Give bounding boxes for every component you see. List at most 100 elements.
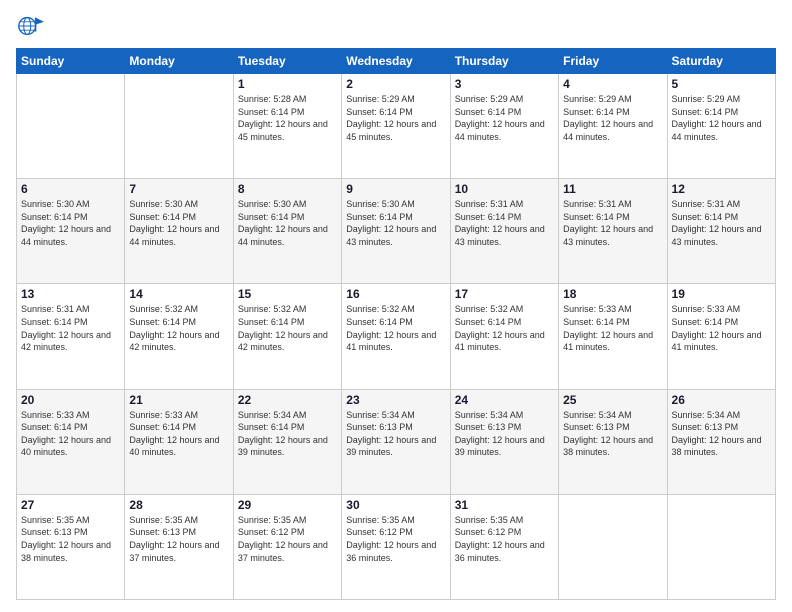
- calendar-cell: 1 Sunrise: 5:28 AMSunset: 6:14 PMDaylight…: [233, 74, 341, 179]
- day-number: 11: [563, 182, 662, 196]
- calendar-day-header: Thursday: [450, 49, 558, 74]
- day-info: Sunrise: 5:35 AMSunset: 6:13 PMDaylight:…: [129, 514, 228, 564]
- day-info: Sunrise: 5:31 AMSunset: 6:14 PMDaylight:…: [455, 198, 554, 248]
- calendar-cell: 8 Sunrise: 5:30 AMSunset: 6:14 PMDaylight…: [233, 179, 341, 284]
- calendar-week-row: 13Sunrise: 5:31 AMSunset: 6:14 PMDayligh…: [17, 284, 776, 389]
- calendar-week-row: 1 Sunrise: 5:28 AMSunset: 6:14 PMDaylight…: [17, 74, 776, 179]
- day-number: 31: [455, 498, 554, 512]
- calendar-cell: 14 Sunrise: 5:32 AMSunset: 6:14 PMDayligh…: [125, 284, 233, 389]
- calendar-day-header: Sunday: [17, 49, 125, 74]
- calendar-day-header: Monday: [125, 49, 233, 74]
- calendar-cell: [17, 74, 125, 179]
- calendar-cell: 25 Sunrise: 5:34 AMSunset: 6:13 PMDayligh…: [559, 389, 667, 494]
- day-number: 12: [672, 182, 771, 196]
- day-info: Sunrise: 5:29 AMSunset: 6:14 PMDaylight:…: [672, 93, 771, 143]
- calendar-cell: 7Sunrise: 5:30 AMSunset: 6:14 PMDaylight…: [125, 179, 233, 284]
- calendar-week-row: 20 Sunrise: 5:33 AMSunset: 6:14 PMDayligh…: [17, 389, 776, 494]
- calendar-cell: [559, 494, 667, 599]
- calendar-cell: 31 Sunrise: 5:35 AMSunset: 6:12 PMDayligh…: [450, 494, 558, 599]
- day-info: Sunrise: 5:34 AMSunset: 6:13 PMDaylight:…: [563, 409, 662, 459]
- day-number: 24: [455, 393, 554, 407]
- day-info: Sunrise: 5:31 AMSunset: 6:14 PMDaylight:…: [21, 303, 120, 353]
- calendar-header-row: SundayMondayTuesdayWednesdayThursdayFrid…: [17, 49, 776, 74]
- day-info: Sunrise: 5:35 AMSunset: 6:12 PMDaylight:…: [346, 514, 445, 564]
- day-info: Sunrise: 5:34 AMSunset: 6:13 PMDaylight:…: [455, 409, 554, 459]
- calendar-cell: 3Sunrise: 5:29 AMSunset: 6:14 PMDaylight…: [450, 74, 558, 179]
- day-number: 2: [346, 77, 445, 91]
- calendar-cell: 9 Sunrise: 5:30 AMSunset: 6:14 PMDaylight…: [342, 179, 450, 284]
- calendar-cell: 29 Sunrise: 5:35 AMSunset: 6:12 PMDayligh…: [233, 494, 341, 599]
- day-info: Sunrise: 5:34 AMSunset: 6:14 PMDaylight:…: [238, 409, 337, 459]
- day-number: 14: [129, 287, 228, 301]
- day-number: 19: [672, 287, 771, 301]
- calendar-cell: 21Sunrise: 5:33 AMSunset: 6:14 PMDayligh…: [125, 389, 233, 494]
- day-info: Sunrise: 5:35 AMSunset: 6:12 PMDaylight:…: [455, 514, 554, 564]
- day-info: Sunrise: 5:33 AMSunset: 6:14 PMDaylight:…: [563, 303, 662, 353]
- day-number: 1: [238, 77, 337, 91]
- logo-icon: [16, 12, 44, 40]
- day-number: 22: [238, 393, 337, 407]
- day-number: 9: [346, 182, 445, 196]
- logo: [16, 12, 46, 40]
- day-info: Sunrise: 5:32 AMSunset: 6:14 PMDaylight:…: [346, 303, 445, 353]
- calendar-week-row: 6 Sunrise: 5:30 AMSunset: 6:14 PMDaylight…: [17, 179, 776, 284]
- calendar-cell: 23 Sunrise: 5:34 AMSunset: 6:13 PMDayligh…: [342, 389, 450, 494]
- calendar-table: SundayMondayTuesdayWednesdayThursdayFrid…: [16, 48, 776, 600]
- calendar-cell: 30 Sunrise: 5:35 AMSunset: 6:12 PMDayligh…: [342, 494, 450, 599]
- calendar-day-header: Tuesday: [233, 49, 341, 74]
- calendar-cell: 6 Sunrise: 5:30 AMSunset: 6:14 PMDaylight…: [17, 179, 125, 284]
- calendar-cell: 4 Sunrise: 5:29 AMSunset: 6:14 PMDaylight…: [559, 74, 667, 179]
- calendar-cell: 22 Sunrise: 5:34 AMSunset: 6:14 PMDayligh…: [233, 389, 341, 494]
- day-number: 5: [672, 77, 771, 91]
- day-number: 4: [563, 77, 662, 91]
- day-number: 26: [672, 393, 771, 407]
- calendar-cell: 18 Sunrise: 5:33 AMSunset: 6:14 PMDayligh…: [559, 284, 667, 389]
- day-number: 7: [129, 182, 228, 196]
- day-info: Sunrise: 5:30 AMSunset: 6:14 PMDaylight:…: [238, 198, 337, 248]
- day-info: Sunrise: 5:30 AMSunset: 6:14 PMDaylight:…: [21, 198, 120, 248]
- day-info: Sunrise: 5:33 AMSunset: 6:14 PMDaylight:…: [672, 303, 771, 353]
- day-info: Sunrise: 5:34 AMSunset: 6:13 PMDaylight:…: [346, 409, 445, 459]
- day-number: 27: [21, 498, 120, 512]
- calendar-cell: 15Sunrise: 5:32 AMSunset: 6:14 PMDayligh…: [233, 284, 341, 389]
- calendar-cell: 11 Sunrise: 5:31 AMSunset: 6:14 PMDayligh…: [559, 179, 667, 284]
- day-number: 30: [346, 498, 445, 512]
- calendar-cell: 27 Sunrise: 5:35 AMSunset: 6:13 PMDayligh…: [17, 494, 125, 599]
- day-info: Sunrise: 5:32 AMSunset: 6:14 PMDaylight:…: [129, 303, 228, 353]
- day-number: 8: [238, 182, 337, 196]
- day-number: 23: [346, 393, 445, 407]
- day-number: 10: [455, 182, 554, 196]
- calendar-cell: 24 Sunrise: 5:34 AMSunset: 6:13 PMDayligh…: [450, 389, 558, 494]
- calendar-week-row: 27 Sunrise: 5:35 AMSunset: 6:13 PMDayligh…: [17, 494, 776, 599]
- day-number: 28: [129, 498, 228, 512]
- day-number: 18: [563, 287, 662, 301]
- day-number: 17: [455, 287, 554, 301]
- calendar-cell: 20 Sunrise: 5:33 AMSunset: 6:14 PMDayligh…: [17, 389, 125, 494]
- day-info: Sunrise: 5:35 AMSunset: 6:13 PMDaylight:…: [21, 514, 120, 564]
- day-info: Sunrise: 5:29 AMSunset: 6:14 PMDaylight:…: [346, 93, 445, 143]
- calendar-cell: 19 Sunrise: 5:33 AMSunset: 6:14 PMDayligh…: [667, 284, 775, 389]
- calendar-cell: 13Sunrise: 5:31 AMSunset: 6:14 PMDayligh…: [17, 284, 125, 389]
- day-info: Sunrise: 5:28 AMSunset: 6:14 PMDaylight:…: [238, 93, 337, 143]
- calendar-cell: 2 Sunrise: 5:29 AMSunset: 6:14 PMDaylight…: [342, 74, 450, 179]
- calendar-day-header: Friday: [559, 49, 667, 74]
- day-info: Sunrise: 5:32 AMSunset: 6:14 PMDaylight:…: [238, 303, 337, 353]
- day-info: Sunrise: 5:29 AMSunset: 6:14 PMDaylight:…: [563, 93, 662, 143]
- calendar-cell: 12Sunrise: 5:31 AMSunset: 6:14 PMDayligh…: [667, 179, 775, 284]
- header: [16, 12, 776, 40]
- day-info: Sunrise: 5:34 AMSunset: 6:13 PMDaylight:…: [672, 409, 771, 459]
- day-info: Sunrise: 5:31 AMSunset: 6:14 PMDaylight:…: [563, 198, 662, 248]
- day-info: Sunrise: 5:33 AMSunset: 6:14 PMDaylight:…: [21, 409, 120, 459]
- day-number: 6: [21, 182, 120, 196]
- day-number: 3: [455, 77, 554, 91]
- day-info: Sunrise: 5:32 AMSunset: 6:14 PMDaylight:…: [455, 303, 554, 353]
- day-number: 25: [563, 393, 662, 407]
- day-number: 29: [238, 498, 337, 512]
- day-number: 20: [21, 393, 120, 407]
- day-number: 21: [129, 393, 228, 407]
- calendar-cell: 5 Sunrise: 5:29 AMSunset: 6:14 PMDaylight…: [667, 74, 775, 179]
- calendar-cell: 10 Sunrise: 5:31 AMSunset: 6:14 PMDayligh…: [450, 179, 558, 284]
- day-info: Sunrise: 5:30 AMSunset: 6:14 PMDaylight:…: [346, 198, 445, 248]
- day-info: Sunrise: 5:35 AMSunset: 6:12 PMDaylight:…: [238, 514, 337, 564]
- calendar-day-header: Wednesday: [342, 49, 450, 74]
